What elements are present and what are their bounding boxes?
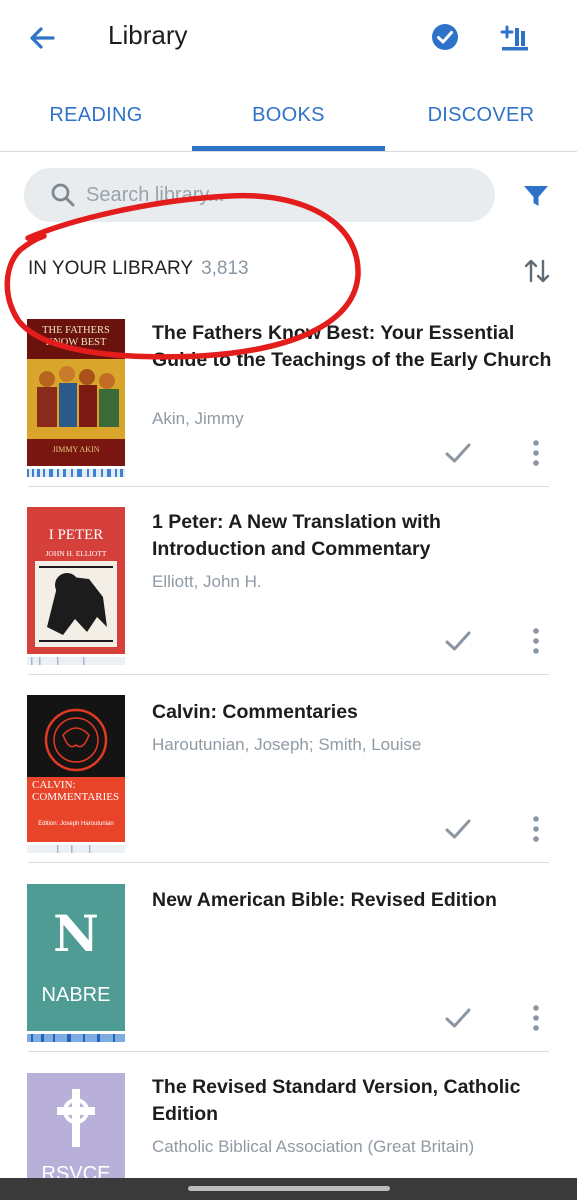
cover-title: I PETER <box>48 527 104 543</box>
list-item[interactable]: N NABRE New American Bible: Revised Edit… <box>0 884 577 1072</box>
book-title: New American Bible: Revised Edition <box>152 889 497 911</box>
divider <box>28 674 549 675</box>
reading-progress-bar <box>27 469 125 477</box>
cover-author: Edition: Joseph Haroutunian <box>38 821 114 827</box>
book-title: 1 Peter: A New Translation with Introduc… <box>152 511 441 560</box>
downloaded-check-icon[interactable] <box>444 815 472 843</box>
reading-progress-bar <box>27 657 125 665</box>
cover-title: NABRE <box>41 984 111 1006</box>
cover-author: JIMMY AKIN <box>52 445 100 454</box>
list-item[interactable]: THE FATHERS KNOW BEST JIMMY AKIN The Fat… <box>0 319 577 507</box>
more-options-icon[interactable] <box>526 1002 546 1034</box>
filter-icon <box>524 186 548 206</box>
cover-title: THE FATHERS KNOW BEST <box>42 325 110 348</box>
search-icon <box>51 183 75 207</box>
top-app-bar: Library <box>0 0 577 78</box>
divider <box>28 862 549 863</box>
home-indicator[interactable] <box>188 1186 390 1191</box>
book-cover: CALVIN: COMMENTARIES Edition: Joseph Har… <box>27 695 125 842</box>
list-item[interactable]: CALVIN: COMMENTARIES Edition: Joseph Har… <box>0 695 577 883</box>
library-count: 3,813 <box>201 258 249 279</box>
book-cover: N NABRE <box>27 884 125 1031</box>
book-author: Akin, Jimmy <box>152 409 244 428</box>
add-to-collection-button[interactable] <box>500 22 532 54</box>
book-title: The Revised Standard Version, Catholic E… <box>152 1076 521 1125</box>
book-cover: RSVCE <box>27 1073 125 1178</box>
book-title: The Fathers Know Best: Your Essential Gu… <box>152 322 552 371</box>
divider <box>28 1051 549 1052</box>
tab-books[interactable]: BOOKS <box>192 78 385 152</box>
filter-button[interactable] <box>522 182 550 210</box>
sort-button[interactable] <box>522 256 552 286</box>
book-author: Catholic Biblical Association (Great Bri… <box>152 1137 475 1156</box>
downloaded-check-icon[interactable] <box>444 1004 472 1032</box>
library-label: IN YOUR LIBRARY <box>28 258 194 279</box>
book-author: Haroutunian, Joseph; Smith, Louise <box>152 735 422 754</box>
back-button[interactable] <box>26 22 58 54</box>
cover-title: RSVCE <box>41 1163 111 1178</box>
page-title: Library <box>108 20 188 50</box>
search-input[interactable] <box>86 168 476 222</box>
add-book-icon <box>500 25 528 51</box>
cover-author: JOHN H. ELLIOTT <box>45 549 107 558</box>
book-cover: THE FATHERS KNOW BEST JIMMY AKIN <box>27 319 125 466</box>
book-author: Elliott, John H. <box>152 572 262 591</box>
tab-discover[interactable]: DISCOVER <box>385 78 577 152</box>
book-title: Calvin: Commentaries <box>152 701 358 723</box>
reading-progress-bar <box>27 1034 125 1042</box>
check-circle-icon <box>432 24 458 50</box>
downloaded-check-icon[interactable] <box>444 439 472 467</box>
more-options-icon[interactable] <box>526 813 546 845</box>
arrow-left-icon <box>30 27 55 49</box>
system-navigation-bar <box>0 1178 577 1200</box>
tab-reading[interactable]: READING <box>0 78 192 152</box>
library-count-header: IN YOUR LIBRARY 3,813 <box>28 258 249 280</box>
more-options-icon[interactable] <box>526 437 546 469</box>
library-tabs: READING BOOKS DISCOVER <box>0 78 577 152</box>
search-bar[interactable] <box>24 168 495 222</box>
more-options-icon[interactable] <box>526 625 546 657</box>
list-item[interactable]: RSVCE The Revised Standard Version, Cath… <box>0 1073 577 1178</box>
cover-art <box>27 695 125 842</box>
active-tab-indicator <box>192 146 385 151</box>
sort-icon <box>524 259 550 283</box>
cover-logo: N <box>53 904 99 963</box>
reading-progress-bar <box>27 845 125 853</box>
downloaded-check-icon[interactable] <box>444 627 472 655</box>
select-books-button[interactable] <box>430 22 460 52</box>
cover-title: CALVIN: COMMENTARIES <box>32 779 120 803</box>
divider <box>28 486 549 487</box>
book-cover: I PETER JOHN H. ELLIOTT <box>27 507 125 654</box>
list-item[interactable]: I PETER JOHN H. ELLIOTT 1 Peter: A New T… <box>0 507 577 695</box>
